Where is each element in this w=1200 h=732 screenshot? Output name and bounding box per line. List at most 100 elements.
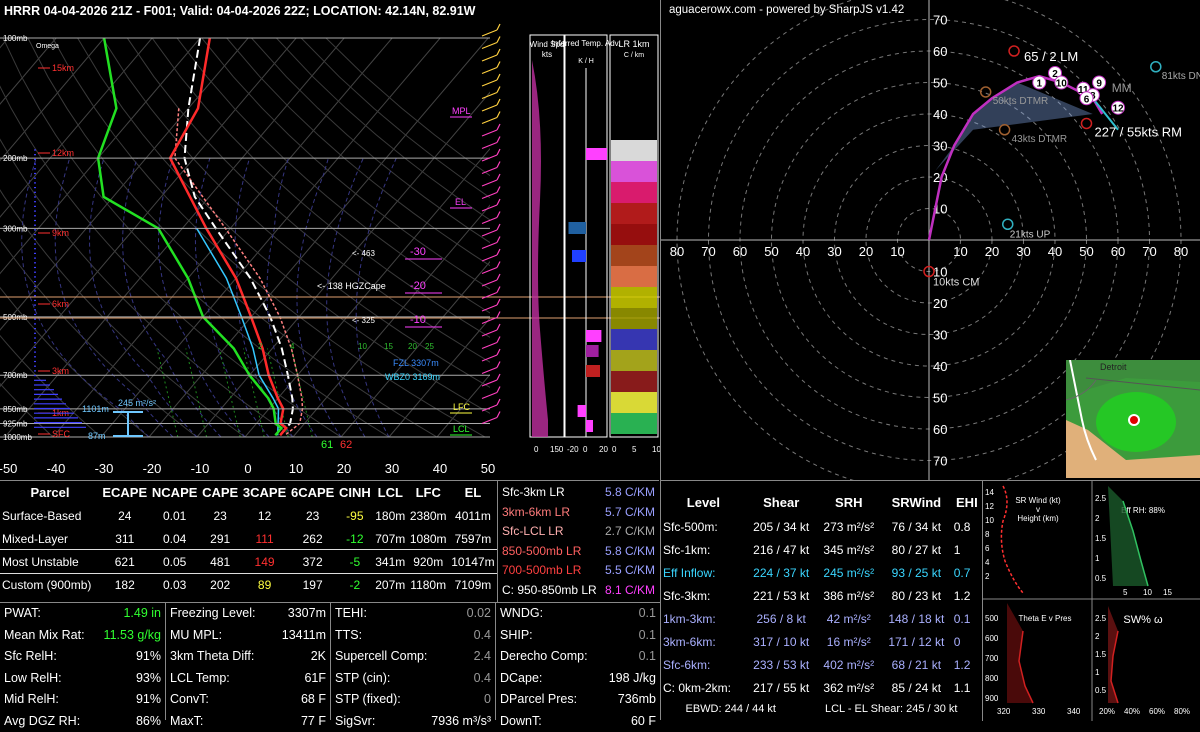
param-label: SHIP: — [500, 625, 533, 647]
param-label: MaxT: — [170, 711, 203, 732]
shear-value: 256 / 8 kt — [746, 607, 817, 630]
thermo-params: PWAT:1.49 in Mean Mix Rat:11.53 g/kg Sfc… — [0, 602, 165, 720]
sw-y-tick: 1 — [1095, 668, 1100, 677]
cinh-value: -95 — [337, 504, 373, 527]
wind-barb-flag — [497, 262, 500, 268]
lr-band — [611, 350, 657, 371]
left-mover-label: 65 / 2 LM — [1024, 49, 1078, 64]
hodo-y-tick: 30 — [933, 328, 947, 343]
srh-value: 245 m²/s² — [817, 561, 881, 584]
cape3-value: 111 — [241, 527, 289, 550]
wind-barb — [482, 293, 497, 299]
lr-value: 5.8 C/KM — [605, 483, 655, 503]
shear-value: 216 / 47 kt — [746, 538, 817, 561]
t-axis-label: 30 — [385, 461, 399, 476]
sw-y-tick: 2.5 — [1095, 614, 1107, 623]
mixr-y-tick: 2 — [1095, 514, 1100, 523]
mixing-ratio-label: 25 — [425, 342, 434, 351]
mixing-ratio-label: 10 — [358, 342, 367, 351]
skewt-panel: HRRR 04-04-2026 21Z - F001; Valid: 04-04… — [0, 0, 660, 478]
wind-barb-flag — [497, 74, 500, 80]
srwind-y-tick: 4 — [985, 558, 990, 567]
wbz-annotation: WBZ0 3169m — [385, 372, 440, 382]
mixr-y-tick: 1.5 — [1095, 534, 1107, 543]
skewt-chart: 100mb200mb300mb500mb700mb850mb925mb1000m… — [0, 0, 660, 478]
table-row[interactable]: Surface-Based 24 0.01 23 12 23 -95 180m … — [0, 504, 497, 527]
ehi-value: 0.7 — [952, 561, 982, 584]
lr-value: 5.8 C/KM — [605, 542, 655, 562]
height-label: 6km — [52, 299, 69, 309]
adv-bar — [586, 330, 601, 342]
param-value: 2K — [311, 646, 326, 668]
lr-band — [611, 161, 657, 182]
wind-barb-flag — [497, 24, 500, 30]
lr-value: 5.7 C/KM — [605, 503, 655, 523]
wind-barb — [482, 168, 497, 174]
sfc-dewpoint-label: 61 — [321, 439, 333, 451]
moist-adiabat — [90, 158, 198, 437]
wind-barb-flag — [497, 112, 500, 118]
el-value: 7597m — [449, 527, 497, 550]
srwind-v: v — [1036, 505, 1040, 514]
wind-barb-flag — [497, 312, 500, 318]
table-row[interactable]: Most Unstable 621 0.05 481 149 372 -5 34… — [0, 550, 497, 573]
table-row[interactable]: 3km-6km:317 / 10 kt16 m²/s²171 / 12 kt0 — [661, 630, 982, 653]
moist-adiabat — [55, 158, 173, 437]
map-graphic — [1066, 360, 1200, 478]
table-row[interactable]: Sfc-6km:233 / 53 kt402 m²/s²68 / 21 kt1.… — [661, 653, 982, 676]
lr-band — [611, 182, 657, 203]
lapse-rate-panel: Sfc-3km LR5.8 C/KM 3km-6km LR5.7 C/KM Sf… — [497, 480, 659, 602]
col-srwind: SRWind — [881, 489, 952, 515]
wind-barb — [482, 43, 497, 49]
wind-barb — [482, 330, 497, 336]
sw-x-tick: 40% — [1124, 707, 1140, 716]
table-row[interactable]: Eff Inflow:224 / 37 kt245 m²/s²93 / 25 k… — [661, 561, 982, 584]
mpl-label: MPL — [452, 106, 471, 116]
left-mover-marker — [1009, 46, 1019, 56]
wind-barb — [482, 68, 497, 74]
shear-value: 205 / 34 kt — [746, 515, 817, 538]
table-row[interactable]: Sfc-1km:216 / 47 kt345 m²/s²80 / 27 kt1 — [661, 538, 982, 561]
srwind-title: SR Wind (kt) — [1015, 496, 1061, 505]
srw-value: 80 / 27 kt — [881, 538, 952, 561]
el-label: EL — [455, 197, 466, 207]
cape6-value: 23 — [289, 504, 337, 527]
height-marker-label: 6 — [1084, 94, 1090, 105]
table-row[interactable]: C: 0km-2km:217 / 55 kt362 m²/s²85 / 24 k… — [661, 676, 982, 699]
lr-band — [611, 203, 657, 224]
param-value: 93% — [136, 668, 161, 690]
adv-bar — [586, 420, 593, 432]
table-row[interactable]: Mixed-Layer 311 0.04 291 111 262 -12 707… — [0, 527, 497, 550]
table-row[interactable]: Custom (900mb) 182 0.03 202 89 197 -2 20… — [0, 573, 497, 596]
wind-barb-flag — [497, 362, 500, 368]
srh-value: 402 m²/s² — [817, 653, 881, 676]
srh-value: 362 m²/s² — [817, 676, 881, 699]
ebwd-value: EBWD: 244 / 44 kt — [686, 703, 776, 715]
param-label: Low RelH: — [4, 668, 62, 690]
height-1101-label: 1101m — [82, 404, 109, 414]
table-row[interactable]: Sfc-3km:221 / 53 kt386 m²/s²80 / 23 kt1.… — [661, 584, 982, 607]
param-label: DCape: — [500, 668, 542, 690]
wind-speed-profile — [532, 60, 548, 437]
wind-barb-flag — [497, 124, 500, 130]
param-value: 0.1 — [639, 625, 656, 647]
wind-barb-flag — [497, 37, 500, 43]
param-value: 91% — [136, 689, 161, 711]
lr-band — [611, 266, 657, 287]
dry-adiabat — [252, 38, 661, 437]
param-label: WNDG: — [500, 603, 543, 625]
param-label: ConvT: — [170, 689, 209, 711]
lr-label: 700-500mb LR — [502, 561, 581, 581]
wind-barb — [482, 418, 497, 424]
mini-charts-graphic: SR Wind (kt)vHeight (km)1412108642Eff RH… — [983, 481, 1200, 721]
table-row[interactable]: 1km-3km:256 / 8 kt42 m²/s²148 / 18 kt0.1 — [661, 607, 982, 630]
theta-title: Theta E v Pres — [1019, 614, 1072, 623]
adv-bar — [569, 222, 587, 234]
level-label: Sfc-500m: — [661, 515, 746, 538]
table-row[interactable]: Sfc-500m:205 / 34 kt273 m²/s²76 / 34 kt0… — [661, 515, 982, 538]
sw-x-tick: 80% — [1174, 707, 1190, 716]
level-label: 3km-6km: — [661, 630, 746, 653]
wind-barb — [482, 255, 497, 261]
t-axis-label: 10 — [289, 461, 303, 476]
wind-barb-flag — [497, 399, 500, 405]
